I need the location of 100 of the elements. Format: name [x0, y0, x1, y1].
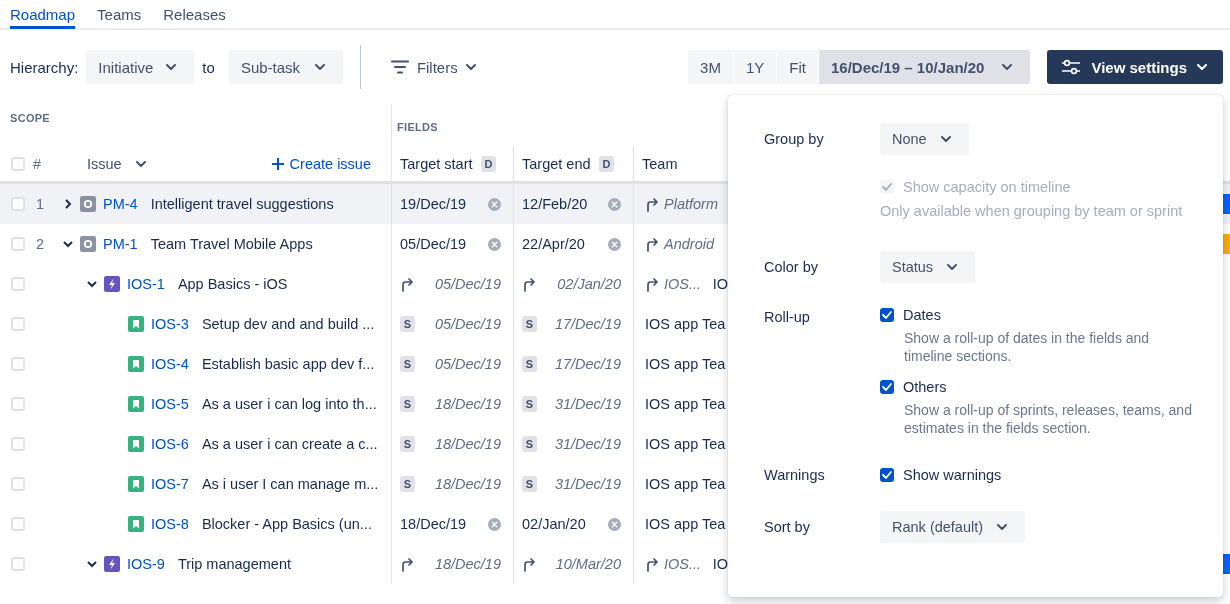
issue-key-link[interactable]: IOS-5	[151, 396, 189, 412]
table-cell: IO	[712, 556, 728, 572]
row-number: 1	[36, 196, 46, 212]
create-issue-link[interactable]: Create issue	[271, 155, 371, 172]
sprint-date: 18/Dec/19	[434, 396, 501, 412]
bookmark-icon	[128, 516, 144, 532]
sort-by-select[interactable]: Rank (default)	[880, 511, 1026, 543]
tab[interactable]: Releases	[163, 0, 226, 29]
sprint-date: 31/Dec/19	[554, 396, 621, 412]
view-settings-button[interactable]: View settings	[1047, 50, 1223, 84]
issue-summary: As i user I can manage m...	[201, 476, 379, 492]
column-header: Target end	[522, 155, 591, 172]
rollup-arrow-icon	[522, 276, 536, 292]
filter-icon	[390, 60, 409, 74]
team-name: IOS app Tea	[645, 316, 726, 332]
rollup-arrow-icon	[645, 196, 659, 212]
setting-label: Warnings	[764, 467, 826, 483]
color-by-select[interactable]: Status	[880, 251, 976, 283]
issue-key-link[interactable]: IOS-4	[151, 356, 189, 372]
initiative-icon	[80, 196, 96, 212]
sprint-badge: S	[522, 316, 537, 332]
range-button[interactable]: 1Y	[733, 50, 777, 84]
issue-key-link[interactable]: IOS-8	[151, 516, 189, 532]
clear-icon[interactable]	[608, 237, 621, 251]
issue-summary: As a user i can create a c...	[201, 436, 378, 452]
column-header: #	[33, 155, 43, 172]
issue-summary: Establish basic app dev f...	[201, 356, 375, 372]
column-header: Team	[642, 155, 678, 172]
tab[interactable]: Teams	[97, 0, 142, 29]
lightning-icon	[104, 556, 120, 572]
issue-key-link[interactable]: IOS-1	[127, 276, 165, 292]
sprint-date: 31/Dec/19	[554, 476, 621, 492]
hierarchy-from-select[interactable]: Initiative	[86, 50, 195, 84]
rolled-up-team: Platform	[664, 196, 718, 212]
rolled-up-date: 02/Jan/20	[557, 276, 621, 292]
bookmark-icon	[128, 436, 144, 452]
date-value[interactable]: 02/Jan/20	[522, 516, 586, 532]
lightning-icon	[104, 276, 120, 292]
sprint-badge: S	[400, 436, 415, 452]
rollup-arrow-icon	[645, 236, 659, 252]
range-button[interactable]: Fit	[777, 50, 818, 84]
bookmark-icon	[128, 356, 144, 372]
description-text: Show a roll-up of dates in the fields and timeline sections.	[904, 329, 1151, 365]
rollup-arrow-icon	[400, 556, 414, 572]
clear-icon[interactable]	[488, 517, 501, 531]
issue-key-link[interactable]: PM-1	[103, 236, 138, 252]
issue-key-link[interactable]: IOS-7	[151, 476, 189, 492]
clear-icon[interactable]	[488, 237, 501, 251]
date-value[interactable]: 05/Dec/19	[400, 236, 467, 252]
issue-key-link[interactable]: PM-4	[103, 196, 138, 212]
date-type-badge: D	[598, 155, 615, 172]
rolled-up-team: IOS...	[664, 276, 702, 292]
checkbox-label: Dates	[903, 307, 941, 323]
clear-icon[interactable]	[488, 197, 501, 211]
chevron-down-icon	[87, 559, 97, 569]
chevron-down-icon	[940, 136, 951, 142]
rollup-arrow-icon	[522, 556, 536, 572]
group-by-select[interactable]: None	[880, 123, 969, 155]
sprint-badge: S	[400, 316, 415, 332]
issue-key-link[interactable]: IOS-3	[151, 316, 189, 332]
sprint-date: 05/Dec/19	[434, 356, 501, 372]
date-value[interactable]: 22/Apr/20	[522, 236, 585, 252]
clear-icon[interactable]	[608, 517, 621, 531]
date-value[interactable]: 18/Dec/19	[400, 516, 467, 532]
issue-key-link[interactable]: IOS-6	[151, 436, 189, 452]
check-icon	[882, 183, 892, 191]
checkbox[interactable]	[880, 308, 894, 322]
issue-sort-dropdown[interactable]: Issue	[87, 155, 146, 172]
rollup-arrow-icon	[645, 556, 659, 572]
checkbox-label: Others	[903, 379, 947, 395]
sprint-date: 17/Dec/19	[554, 356, 621, 372]
rolled-up-team: Android	[664, 236, 714, 252]
connector-label: to	[202, 58, 215, 76]
rolled-up-date: 10/Mar/20	[555, 556, 621, 572]
sprint-badge: S	[522, 476, 537, 492]
tab[interactable]: Roadmap	[10, 0, 76, 29]
issue-summary: Trip management	[177, 556, 291, 572]
checkbox-label: Show warnings	[903, 467, 1002, 483]
filters-button[interactable]: Filters	[390, 58, 476, 76]
setting-label: Sort by	[764, 518, 811, 537]
team-name: IOS app Tea	[645, 436, 726, 452]
range-button[interactable]: 3M	[688, 50, 733, 84]
hierarchy-to-select[interactable]: Sub-task	[228, 50, 343, 84]
date-type-badge: D	[480, 155, 497, 172]
bookmark-icon	[128, 476, 144, 492]
sprint-date: 17/Dec/19	[554, 316, 621, 332]
chevron-down-icon	[63, 239, 73, 249]
table-cell: IO	[712, 276, 728, 292]
date-range-select[interactable]: 16/Dec/19 – 10/Jan/20	[818, 50, 1031, 84]
issue-key-link[interactable]: IOS-9	[127, 556, 165, 572]
check-icon	[882, 311, 892, 319]
chevron-down-icon	[1002, 64, 1013, 70]
issue-summary: Setup dev and and build ...	[201, 316, 375, 332]
clear-icon[interactable]	[608, 197, 621, 211]
issue-summary: App Basics - iOS	[177, 276, 288, 292]
description-text: Show a roll-up of sprints, releases, teams, and estimates in the fields section.	[904, 401, 1193, 437]
initiative-icon	[80, 236, 96, 252]
chevron-down-icon	[465, 64, 476, 70]
checkbox[interactable]	[880, 380, 894, 394]
checkbox[interactable]	[880, 468, 894, 482]
